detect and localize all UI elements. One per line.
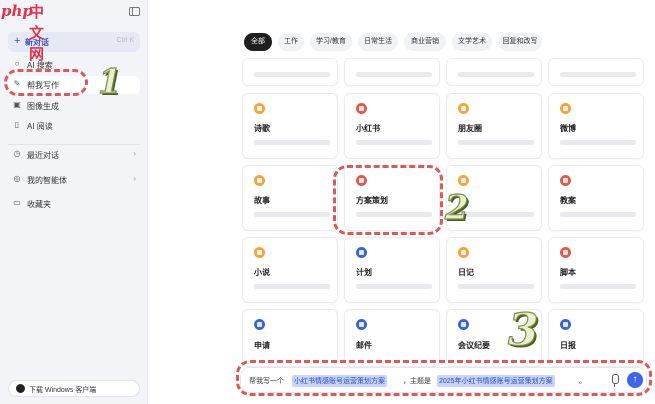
chevron-right-icon: ›	[133, 149, 136, 158]
agent-icon: ◎	[13, 174, 21, 183]
sidebar-item-agents[interactable]: ◎ 我的智能体 ›	[8, 171, 140, 189]
tab-literature[interactable]: 文学艺术	[452, 33, 492, 51]
writing-card-script[interactable]: 脚本	[548, 237, 644, 303]
prompt-input[interactable]: 帮我写一个 小红书情感账号运营策划方案 ，主题是 2025年小红书情感账号运营策…	[240, 367, 647, 393]
writing-card-story[interactable]: 故事	[242, 165, 338, 231]
novel-icon	[254, 247, 265, 258]
diary-icon	[458, 247, 469, 258]
writing-card-xiaohongshu[interactable]: 小红书	[344, 93, 440, 159]
sidebar-item-ai-reading[interactable]: ▯ AI 阅读	[8, 117, 140, 135]
download-client-button[interactable]: 下载 Windows 客户端	[8, 380, 140, 397]
minutes-icon	[458, 319, 469, 330]
history-icon: ◷	[13, 149, 21, 158]
image-icon: ▣	[13, 100, 21, 109]
search-icon: ○	[14, 59, 20, 68]
prompt-suffix: 。	[579, 378, 586, 385]
application-icon	[254, 319, 265, 330]
bookmark-icon: ▭	[13, 198, 21, 207]
tab-all[interactable]: 全部	[244, 33, 272, 51]
writing-card-partial[interactable]	[242, 58, 338, 86]
tab-study[interactable]: 学习/教育	[310, 33, 352, 51]
moments-icon	[458, 103, 469, 114]
prompt-slot-1[interactable]: 小红书情感账号运营策划方案	[292, 375, 387, 387]
document-icon: ▯	[14, 120, 20, 129]
new-chat-shortcut: Ctrl K	[116, 37, 135, 44]
plan-icon	[356, 247, 367, 258]
report-icon	[560, 319, 571, 330]
chevron-right-icon: ›	[133, 174, 136, 183]
planning-icon	[356, 175, 367, 186]
script-icon	[560, 247, 571, 258]
tab-work[interactable]: 工作	[278, 33, 304, 51]
new-chat-button[interactable]: + 新对话 Ctrl K	[8, 32, 140, 52]
writing-card-application[interactable]: 申请	[242, 309, 338, 367]
sidebar: + 新对话 Ctrl K ○ AI 搜索 ✎ 帮我写作 ▣ 图像生成 ▯ AI …	[0, 0, 148, 404]
writing-card-partial[interactable]	[344, 58, 440, 86]
writing-card-novel[interactable]: 小说	[242, 237, 338, 303]
writing-card-hidden[interactable]	[446, 165, 542, 231]
writing-card-partial[interactable]	[548, 58, 644, 86]
microphone-icon[interactable]	[609, 374, 621, 388]
writing-card-daily-report[interactable]: 日报	[548, 309, 644, 367]
writing-card-moments[interactable]: 朋友圈	[446, 93, 542, 159]
writing-card-lesson-plan[interactable]: 教案	[548, 165, 644, 231]
email-icon	[356, 319, 367, 330]
lesson-icon	[560, 175, 571, 186]
writing-card-plan[interactable]: 计划	[344, 237, 440, 303]
sidebar-item-image-gen[interactable]: ▣ 图像生成	[8, 97, 140, 115]
prompt-prefix: 帮我写一个	[249, 378, 284, 385]
writing-card-minutes[interactable]: 会议纪要	[446, 309, 542, 367]
prompt-middle: ，主题是	[403, 378, 431, 385]
card-icon	[458, 175, 469, 186]
download-icon	[16, 384, 25, 393]
sidebar-collapse-icon[interactable]	[129, 7, 140, 16]
sidebar-item-favorites[interactable]: ▭ 收藏夹	[8, 195, 140, 213]
writing-card-weibo[interactable]: 微博	[548, 93, 644, 159]
watermark-cn: 中文网	[29, 4, 45, 63]
plus-icon: +	[14, 35, 21, 47]
book-icon	[356, 103, 367, 114]
prompt-slot-2[interactable]: 2025年小红书情感账号运营策划方案	[437, 375, 555, 387]
sidebar-item-writing[interactable]: ✎ 帮我写作	[8, 76, 140, 94]
sidebar-item-recent[interactable]: ◷ 最近对话 ›	[8, 146, 140, 164]
writing-card-diary[interactable]: 日记	[446, 237, 542, 303]
pen-icon: ✎	[13, 79, 21, 88]
send-button[interactable]: ↑	[627, 372, 643, 388]
writing-card-poem[interactable]: 诗歌	[242, 93, 338, 159]
tab-daily[interactable]: 日常生活	[358, 33, 398, 51]
weibo-icon	[560, 103, 571, 114]
story-icon	[254, 175, 265, 186]
sidebar-item-ai-search[interactable]: ○ AI 搜索	[8, 56, 140, 74]
writing-card-email[interactable]: 邮件	[344, 309, 440, 367]
writing-card-partial[interactable]	[446, 58, 542, 86]
poem-icon	[254, 103, 265, 114]
tab-reply[interactable]: 回复和改写	[498, 33, 542, 51]
writing-card-planning[interactable]: 方案策划	[344, 165, 440, 231]
tab-business[interactable]: 商业营销	[404, 33, 446, 51]
sidebar-divider	[8, 144, 140, 145]
